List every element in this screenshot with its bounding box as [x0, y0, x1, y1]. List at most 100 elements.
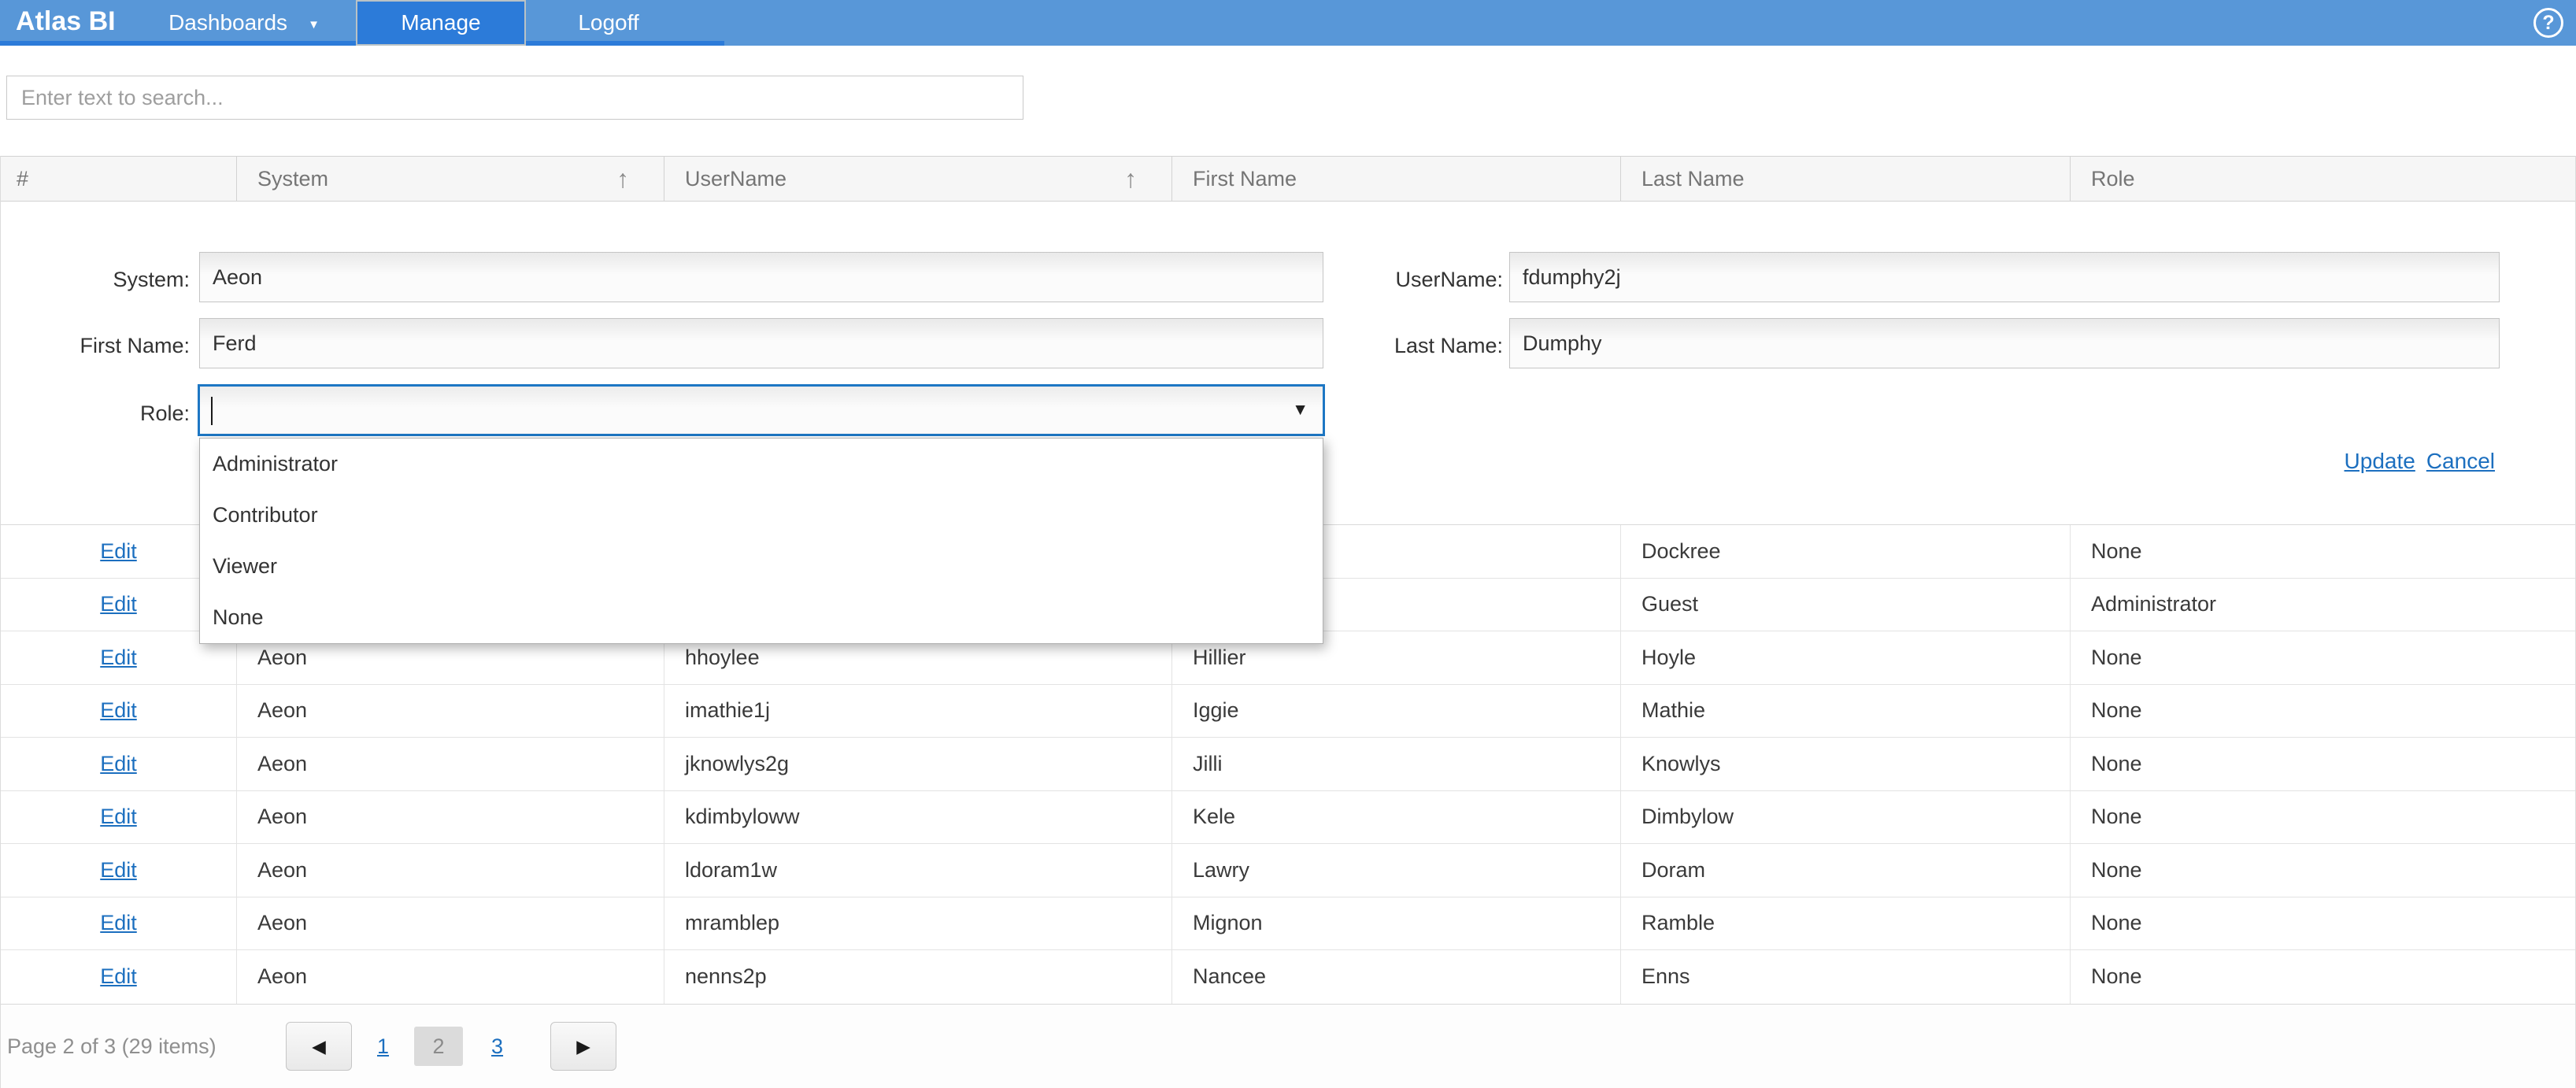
role-option-label: Contributor	[213, 503, 318, 527]
first-name-field[interactable]	[199, 318, 1323, 368]
nav-item-logoff[interactable]: Logoff	[526, 0, 691, 46]
update-link[interactable]: Update	[2345, 449, 2415, 474]
first-name-cell: Mignon	[1172, 897, 1621, 950]
combobox-dropdown-icon[interactable]: ▼	[1292, 401, 1308, 420]
nav-item-manage[interactable]: Manage	[356, 0, 526, 46]
edit-link[interactable]: Edit	[100, 911, 137, 935]
column-header-number: #	[1, 157, 237, 201]
system-cell: Aeon	[237, 685, 664, 738]
edit-cell: Edit	[1, 897, 237, 950]
role-cell: Administrator	[2071, 579, 2575, 631]
table-row: Edit Aeon nenns2p Nancee Enns None	[1, 950, 2575, 1004]
pager-summary: Page 2 of 3 (29 items)	[7, 1034, 286, 1059]
role-option-label: Viewer	[213, 554, 277, 579]
edit-cell: Edit	[1, 738, 237, 790]
text-cursor	[211, 397, 213, 425]
column-header-label: System	[257, 167, 328, 191]
edit-link[interactable]: Edit	[100, 698, 137, 723]
help-icon[interactable]: ?	[2533, 8, 2563, 38]
username-cell: ldoram1w	[664, 844, 1172, 897]
edit-cell: Edit	[1, 844, 237, 897]
role-dropdown-option[interactable]: Administrator	[200, 439, 1323, 490]
last-name-cell: Guest	[1621, 579, 2071, 631]
system-cell: Aeon	[237, 950, 664, 1004]
edit-cell: Edit	[1, 791, 237, 844]
inline-edit-form: System: UserName: First Name: Last Name:…	[1, 202, 2575, 524]
column-header-first-name[interactable]: First Name	[1172, 157, 1621, 201]
column-header-role[interactable]: Role	[2071, 157, 2575, 201]
page: Atlas BI Dashboards ▼ Manage Logoff ? # …	[0, 0, 2576, 1088]
edit-link[interactable]: Edit	[100, 539, 137, 564]
role-dropdown-option[interactable]: Contributor	[200, 490, 1323, 541]
column-header-username[interactable]: UserName ↑	[664, 157, 1172, 201]
username-cell: imathie1j	[664, 685, 1172, 738]
first-name-cell: Nancee	[1172, 950, 1621, 1004]
role-option-label: None	[213, 605, 264, 630]
last-name-cell: Dockree	[1621, 525, 2071, 578]
table-row: Edit Aeon imathie1j Iggie Mathie None	[1, 685, 2575, 738]
previous-page-button[interactable]: ◀	[286, 1022, 352, 1071]
username-cell: kdimbyloww	[664, 791, 1172, 844]
first-name-label: First Name:	[1, 332, 190, 359]
edit-link[interactable]: Edit	[100, 752, 137, 776]
role-cell: None	[2071, 738, 2575, 790]
nav-dashboards-label: Dashboards	[168, 10, 287, 35]
role-dropdown-option[interactable]: None	[200, 592, 1323, 643]
sort-ascending-icon: ↑	[1124, 165, 1137, 194]
last-name-cell: Enns	[1621, 950, 2071, 1004]
system-cell: Aeon	[237, 897, 664, 950]
edit-link[interactable]: Edit	[100, 646, 137, 670]
last-name-field[interactable]	[1509, 318, 2500, 368]
search-input[interactable]	[6, 76, 1023, 120]
role-cell: None	[2071, 950, 2575, 1004]
table-row: Edit Aeon ldoram1w Lawry Doram None	[1, 844, 2575, 897]
edit-link[interactable]: Edit	[100, 964, 137, 989]
pager: Page 2 of 3 (29 items) ◀ 1 2 3 ▶	[1, 1004, 2575, 1088]
chevron-down-icon: ▼	[308, 18, 320, 31]
arrow-right-icon: ▶	[576, 1036, 590, 1057]
last-name-cell: Doram	[1621, 844, 2071, 897]
system-field[interactable]	[199, 252, 1323, 302]
edit-link[interactable]: Edit	[100, 592, 137, 616]
data-grid: # System ↑ UserName ↑ First Name Last Na…	[0, 156, 2576, 1088]
system-cell: Aeon	[237, 791, 664, 844]
username-field[interactable]	[1509, 252, 2500, 302]
cancel-link[interactable]: Cancel	[2426, 449, 2495, 474]
edit-cell: Edit	[1, 685, 237, 738]
column-header-label: Role	[2091, 167, 2135, 191]
username-cell: mramblep	[664, 897, 1172, 950]
column-header-system[interactable]: System ↑	[237, 157, 664, 201]
table-row: Edit Aeon kdimbyloww Kele Dimbylow None	[1, 791, 2575, 845]
last-name-cell: Dimbylow	[1621, 791, 2071, 844]
nav-item-dashboards[interactable]: Dashboards ▼	[139, 0, 350, 46]
table-row: Edit Aeon mramblep Mignon Ramble None	[1, 897, 2575, 951]
edit-cell: Edit	[1, 950, 237, 1004]
system-cell: Aeon	[237, 844, 664, 897]
edit-link[interactable]: Edit	[100, 805, 137, 829]
role-label: Role:	[1, 400, 190, 427]
column-header-label: UserName	[685, 167, 786, 191]
column-header-last-name[interactable]: Last Name	[1621, 157, 2071, 201]
system-label: System:	[1, 266, 190, 293]
first-name-cell: Iggie	[1172, 685, 1621, 738]
column-header-label: #	[17, 167, 28, 191]
first-name-cell: Lawry	[1172, 844, 1621, 897]
edit-link[interactable]: Edit	[100, 858, 137, 883]
role-cell: None	[2071, 631, 2575, 684]
edit-form-actions: Update Cancel	[2345, 449, 2495, 474]
first-name-cell: Kele	[1172, 791, 1621, 844]
next-page-button[interactable]: ▶	[550, 1022, 616, 1071]
role-dropdown-option[interactable]: Viewer	[200, 541, 1323, 592]
page-link-1[interactable]: 1	[377, 1034, 389, 1059]
username-label: UserName:	[1308, 266, 1503, 293]
last-name-cell: Knowlys	[1621, 738, 2071, 790]
role-cell: None	[2071, 685, 2575, 738]
page-link-3[interactable]: 3	[491, 1034, 503, 1059]
role-dropdown-list: Administrator Contributor Viewer None	[199, 438, 1323, 644]
search-row	[6, 76, 2576, 120]
last-name-cell: Mathie	[1621, 685, 2071, 738]
system-cell: Aeon	[237, 738, 664, 790]
role-combobox[interactable]: ▼	[198, 384, 1325, 436]
column-header-label: Last Name	[1641, 167, 1745, 191]
first-name-cell: Jilli	[1172, 738, 1621, 790]
